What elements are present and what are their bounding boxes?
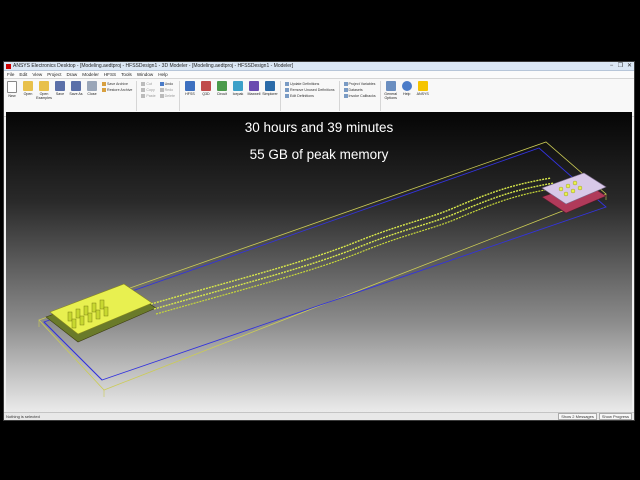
invoke-callbacks-button[interactable]: Invoke Callbacks	[343, 93, 376, 99]
menu-hfss[interactable]: HFSS	[104, 72, 116, 77]
ansys-logo-icon	[417, 81, 428, 91]
menu-project[interactable]: Project	[47, 72, 61, 77]
ansys-app-icon	[6, 63, 11, 69]
archive-group: Save Archive Restore Archive	[102, 81, 132, 93]
menu-draw[interactable]: Draw	[67, 72, 78, 77]
app-window: ANSYS Electronics Desktop - [Modeling.ae…	[3, 61, 635, 421]
status-bar: Nothing is selected Show 2 Messages Show…	[4, 412, 634, 420]
open-button[interactable]: Open	[21, 81, 35, 96]
insert-circuit-button[interactable]: Circuit	[215, 81, 229, 96]
delete-icon	[159, 94, 164, 98]
maximize-button[interactable]: ❐	[616, 62, 625, 70]
edit-icon	[284, 94, 289, 98]
update-icon	[284, 82, 289, 86]
close-project-icon	[87, 81, 97, 91]
show-messages-button[interactable]: Show 2 Messages	[558, 413, 597, 420]
delete-button[interactable]: Delete	[159, 93, 175, 99]
insert-simplorer-button[interactable]: Simplorer	[262, 81, 278, 96]
circuit-icon	[216, 81, 227, 91]
maxwell-icon	[248, 81, 259, 91]
menu-edit[interactable]: Edit	[19, 72, 27, 77]
insert-q3d-button[interactable]: Q3D	[199, 81, 213, 96]
icepak-icon	[232, 81, 243, 91]
clipboard-group: Cut Copy Paste	[141, 81, 156, 99]
ribbon-separator	[338, 81, 340, 111]
title-bar: ANSYS Electronics Desktop - [Modeling.ae…	[4, 62, 634, 71]
restore-icon	[102, 88, 106, 92]
insert-hfss-button[interactable]: HFSS	[183, 81, 197, 96]
cut-icon	[141, 82, 146, 86]
insert-maxwell-button[interactable]: Maxwell	[247, 81, 261, 96]
ribbon-separator	[136, 81, 138, 111]
options-icon	[385, 81, 396, 91]
undo-icon	[159, 82, 164, 86]
undo-group: Undo Redo Delete	[159, 81, 175, 99]
simulation-time-caption: 30 hours and 39 minutes	[244, 120, 394, 135]
copy-icon	[141, 88, 146, 92]
callbacks-icon	[343, 94, 348, 98]
open-folder-icon	[23, 81, 33, 91]
close-project-button[interactable]: Close	[85, 81, 99, 96]
examples-folder-icon	[39, 81, 49, 91]
new-file-icon	[7, 81, 17, 93]
redo-icon	[159, 88, 164, 92]
save-icon	[55, 81, 65, 91]
airbox-outline	[38, 141, 607, 391]
insert-icepak-button[interactable]: Icepak	[231, 81, 245, 96]
ribbon-separator	[178, 81, 180, 111]
save-button[interactable]: Save	[53, 81, 67, 96]
variables-group: Project Variables Datasets Invoke Callba…	[343, 81, 376, 99]
ansys-button[interactable]: ANSYS	[416, 81, 430, 96]
restore-archive-button[interactable]: Restore Archive	[102, 87, 132, 93]
differential-trace-c	[155, 187, 557, 315]
menu-help[interactable]: Help	[158, 72, 167, 77]
differential-trace-b	[153, 182, 555, 310]
window-title: ANSYS Electronics Desktop - [Modeling.ae…	[13, 63, 294, 69]
ribbon-separator	[279, 81, 281, 111]
minimize-button[interactable]: −	[607, 62, 616, 70]
ribbon-separator	[379, 81, 381, 111]
menu-modeler[interactable]: Modeler	[82, 72, 99, 77]
menu-file[interactable]: File	[7, 72, 14, 77]
status-message: Nothing is selected	[6, 414, 40, 419]
definitions-group: Update Definitions Remove Unused Definit…	[284, 81, 335, 99]
save-as-button[interactable]: Save As	[69, 81, 83, 96]
menu-window[interactable]: Window	[137, 72, 153, 77]
menu-bar: File Edit View Project Draw Modeler HFSS…	[4, 71, 634, 79]
help-icon	[401, 81, 412, 91]
region-box-outline	[43, 147, 607, 381]
paste-button[interactable]: Paste	[141, 93, 156, 99]
archive-icon	[102, 82, 106, 86]
close-button[interactable]: ✕	[625, 62, 634, 70]
q3d-icon	[200, 81, 211, 91]
new-button[interactable]: New	[5, 81, 19, 98]
differential-trace-a	[150, 177, 552, 305]
3d-modeler-viewport[interactable]: 30 hours and 39 minutes 55 GB of peak me…	[6, 112, 632, 413]
general-options-button[interactable]: General Options	[384, 81, 398, 100]
help-button[interactable]: Help	[400, 81, 414, 96]
edit-definitions-button[interactable]: Edit Definitions	[284, 93, 335, 99]
paste-icon	[141, 94, 146, 98]
peak-memory-caption: 55 GB of peak memory	[249, 147, 389, 162]
datasets-icon	[343, 88, 348, 92]
variables-icon	[343, 82, 348, 86]
menu-view[interactable]: View	[32, 72, 42, 77]
hfss-icon	[184, 81, 195, 91]
save-as-icon	[71, 81, 81, 91]
menu-tools[interactable]: Tools	[121, 72, 132, 77]
show-progress-button[interactable]: Show Progress	[598, 413, 632, 420]
remove-icon	[284, 88, 289, 92]
open-examples-button[interactable]: Open Examples	[36, 81, 52, 100]
simplorer-icon	[264, 81, 275, 91]
